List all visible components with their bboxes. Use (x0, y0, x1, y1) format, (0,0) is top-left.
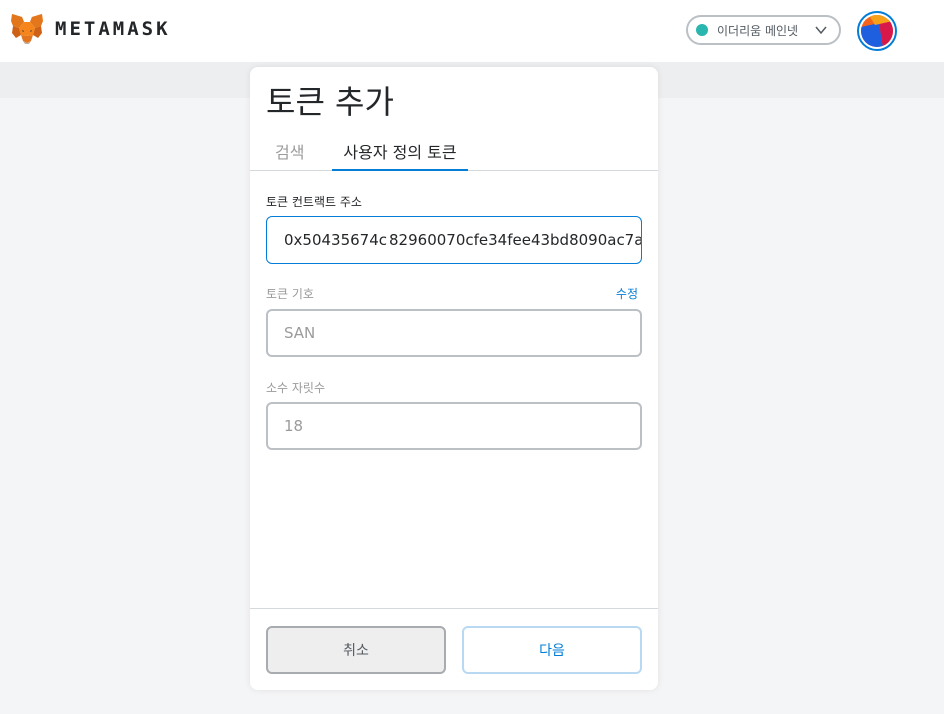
metamask-logo[interactable]: METAMASK (10, 13, 171, 45)
decimals-input[interactable]: 18 (266, 402, 642, 450)
tab-custom-token[interactable]: 사용자 정의 토큰 (332, 139, 468, 171)
account-avatar[interactable] (857, 11, 897, 51)
card-footer: 취소 다음 (250, 608, 658, 690)
symbol-label: 토큰 기호 (266, 287, 314, 301)
network-status-dot (696, 24, 708, 36)
brand-name: METAMASK (55, 18, 171, 40)
decimals-value: 18 (284, 417, 304, 435)
tab-search[interactable]: 검색 (275, 139, 304, 163)
fox-icon (11, 14, 43, 44)
next-button[interactable]: 다음 (462, 626, 642, 674)
address-value-end: 82960070cfe34fee43bd8090ac7a (389, 231, 642, 249)
symbol-edit-link[interactable]: 수정 (616, 285, 638, 302)
identicon-icon (861, 15, 893, 47)
decimals-label: 소수 자릿수 (266, 381, 326, 395)
add-token-card: 토큰 추가 검색 사용자 정의 토큰 토큰 컨트랙트 주소 0x50435674… (250, 67, 658, 690)
page-title: 토큰 추가 (266, 83, 394, 121)
symbol-input[interactable]: SAN (266, 309, 642, 357)
cancel-button[interactable]: 취소 (266, 626, 446, 674)
address-label: 토큰 컨트랙트 주소 (266, 195, 362, 209)
network-label: 이더리움 메인넷 (717, 23, 799, 38)
top-bar: METAMASK 이더리움 메인넷 (0, 0, 944, 62)
symbol-value: SAN (284, 324, 316, 342)
chevron-down-icon (815, 26, 827, 35)
address-value-start: 0x50435674c (284, 231, 388, 249)
address-input[interactable]: 0x50435674c 82960070cfe34fee43bd8090ac7a (266, 216, 642, 264)
network-selector[interactable]: 이더리움 메인넷 (686, 15, 841, 45)
tab-bar: 검색 사용자 정의 토큰 (250, 137, 658, 171)
